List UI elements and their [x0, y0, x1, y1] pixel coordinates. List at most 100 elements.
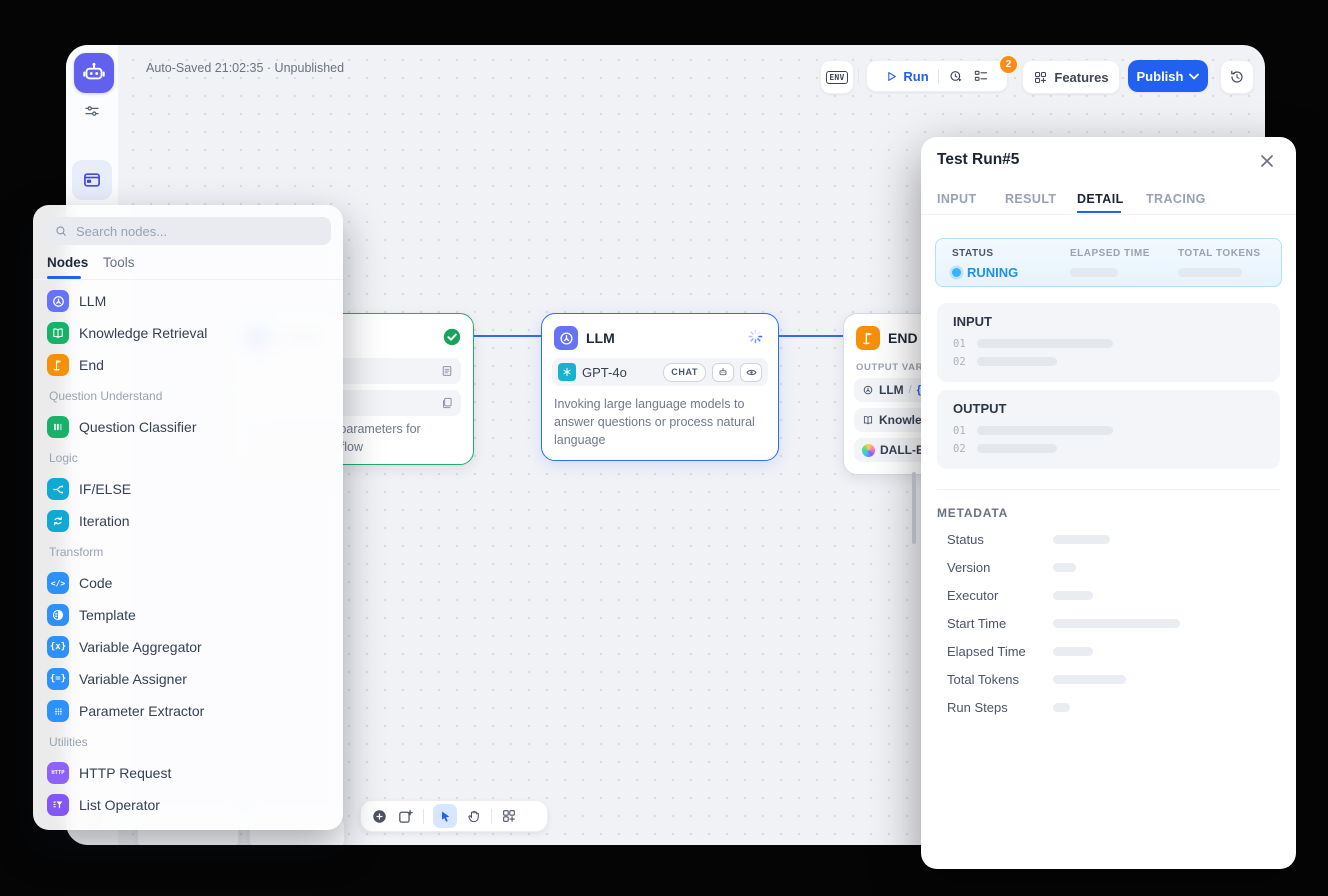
test-run-panel: Test Run#5 INPUT RESULT DETAIL TRACING S…	[921, 137, 1296, 869]
robot-app-icon[interactable]	[74, 53, 114, 93]
total-tokens-placeholder	[1178, 268, 1242, 277]
node-item-list-operator[interactable]: List Operator	[47, 790, 329, 820]
output-placeholder	[977, 444, 1057, 453]
chevron-down-icon	[1189, 73, 1199, 80]
edge-start-llm	[471, 335, 542, 337]
running-dot-icon	[952, 268, 961, 277]
organize-icon	[501, 808, 517, 824]
llm-node[interactable]: LLM GPT-4o CHAT	[541, 313, 779, 461]
chat-mode-badge: CHAT	[663, 363, 706, 382]
end-var-name: DALL-E	[880, 443, 924, 457]
line-number: 02	[953, 443, 966, 455]
node-item-knowledge-retrieval[interactable]: Knowledge Retrieval	[47, 318, 329, 348]
input-placeholder	[977, 357, 1057, 366]
end-node-title: END	[888, 330, 918, 346]
pointer-tool-button[interactable]	[433, 804, 457, 828]
section-utilities: Utilities	[49, 735, 88, 749]
llm-node-description: Invoking large language models to answer…	[554, 396, 770, 449]
features-button[interactable]: Features	[1022, 60, 1120, 94]
knowledge-icon	[47, 322, 69, 344]
tab-result[interactable]: RESULT	[1005, 192, 1056, 206]
dalle-icon	[862, 444, 875, 457]
node-item-parameter-extractor[interactable]: Parameter Extractor	[47, 696, 329, 726]
variable-aggregator-icon: {x}	[47, 636, 69, 658]
tab-tracing[interactable]: TRACING	[1146, 192, 1206, 206]
template-icon	[47, 604, 69, 626]
window-panel-icon[interactable]	[72, 160, 112, 200]
output-placeholder	[977, 426, 1113, 435]
gpt4o-model-icon	[558, 363, 576, 381]
search-box[interactable]	[45, 217, 331, 245]
http-request-icon: HTTP	[47, 762, 69, 784]
close-icon[interactable]	[1261, 155, 1273, 167]
metadata-value-placeholder	[1053, 675, 1126, 684]
node-item-code[interactable]: </> Code	[47, 568, 329, 598]
metadata-value-placeholder	[1053, 591, 1093, 600]
node-search-panel: Nodes Tools LLM Knowledge Retrieval End …	[33, 205, 343, 830]
code-icon: </>	[47, 572, 69, 594]
search-input[interactable]	[74, 223, 322, 240]
metadata-label-start-time: Start Time	[947, 616, 1006, 631]
node-item-end[interactable]: End	[47, 350, 329, 380]
node-item-question-classifier[interactable]: Question Classifier	[47, 412, 329, 442]
if-else-icon	[47, 478, 69, 500]
notification-badge: 2	[999, 55, 1018, 74]
node-item-iteration[interactable]: Iteration	[47, 506, 329, 536]
node-item-template[interactable]: Template	[47, 600, 329, 630]
tab-tools[interactable]: Tools	[103, 255, 135, 270]
tab-input[interactable]: INPUT	[937, 192, 977, 206]
input-placeholder	[977, 339, 1113, 348]
edge-llm-end	[777, 335, 843, 337]
input-title: INPUT	[953, 314, 992, 329]
canvas-toolbar	[360, 800, 548, 832]
env-icon: ENV	[826, 71, 847, 84]
sliders-icon[interactable]	[83, 102, 101, 120]
autosave-status: Auto-Saved 21:02:35 · Unpublished	[146, 61, 344, 75]
metadata-label-version: Version	[947, 560, 990, 575]
llm-mini-icon	[862, 384, 874, 396]
history-button[interactable]	[1220, 60, 1254, 94]
run-button[interactable]: Run	[885, 69, 928, 84]
total-tokens-label: TOTAL TOKENS	[1178, 248, 1261, 259]
timer-icon[interactable]	[948, 68, 964, 84]
tab-detail[interactable]: DETAIL	[1077, 192, 1124, 206]
node-item-variable-assigner[interactable]: {=} Variable Assigner	[47, 664, 329, 694]
organize-layout-button[interactable]	[501, 808, 517, 824]
scrollbar-thumb[interactable]	[912, 472, 916, 544]
elapsed-time-placeholder	[1070, 268, 1118, 277]
metadata-value-placeholder	[1053, 647, 1093, 656]
model-selector[interactable]: GPT-4o CHAT	[552, 358, 768, 386]
run-toolbar-group: Run	[866, 60, 1008, 92]
success-check-icon	[443, 328, 461, 346]
env-button[interactable]: ENV	[820, 60, 854, 94]
robot-badge-icon	[712, 363, 734, 382]
features-icon	[1033, 70, 1048, 85]
node-item-if-else[interactable]: IF/ELSE	[47, 474, 329, 504]
divider	[491, 809, 492, 824]
metadata-title: METADATA	[937, 506, 1008, 520]
publish-button[interactable]: Publish	[1128, 60, 1208, 92]
metadata-label-executor: Executor	[947, 588, 998, 603]
hand-icon	[466, 808, 482, 824]
hand-tool-button[interactable]	[466, 808, 482, 824]
workflow-editor-screen: START Define the initial parameters for …	[0, 0, 1328, 896]
add-note-button[interactable]	[397, 808, 414, 825]
output-title: OUTPUT	[953, 401, 1006, 416]
knowledge-mini-icon	[862, 414, 874, 426]
question-classifier-icon	[47, 416, 69, 438]
node-item-variable-aggregator[interactable]: {x} Variable Aggregator	[47, 632, 329, 662]
node-item-http-request[interactable]: HTTP HTTP Request	[47, 758, 329, 788]
node-item-llm[interactable]: LLM	[47, 286, 329, 316]
iteration-icon	[47, 510, 69, 532]
metadata-label-run-steps: Run Steps	[947, 700, 1008, 715]
variable-assigner-icon: {=}	[47, 668, 69, 690]
active-tab-underline	[1077, 211, 1121, 213]
tab-nodes[interactable]: Nodes	[47, 255, 88, 270]
end-flag-icon	[47, 354, 69, 376]
divider	[938, 69, 939, 84]
copy-pages-icon	[440, 396, 454, 410]
metadata-value-placeholder	[1053, 619, 1180, 628]
add-node-button[interactable]	[371, 808, 388, 825]
checklist-icon[interactable]	[973, 68, 989, 84]
line-number: 02	[953, 356, 966, 368]
